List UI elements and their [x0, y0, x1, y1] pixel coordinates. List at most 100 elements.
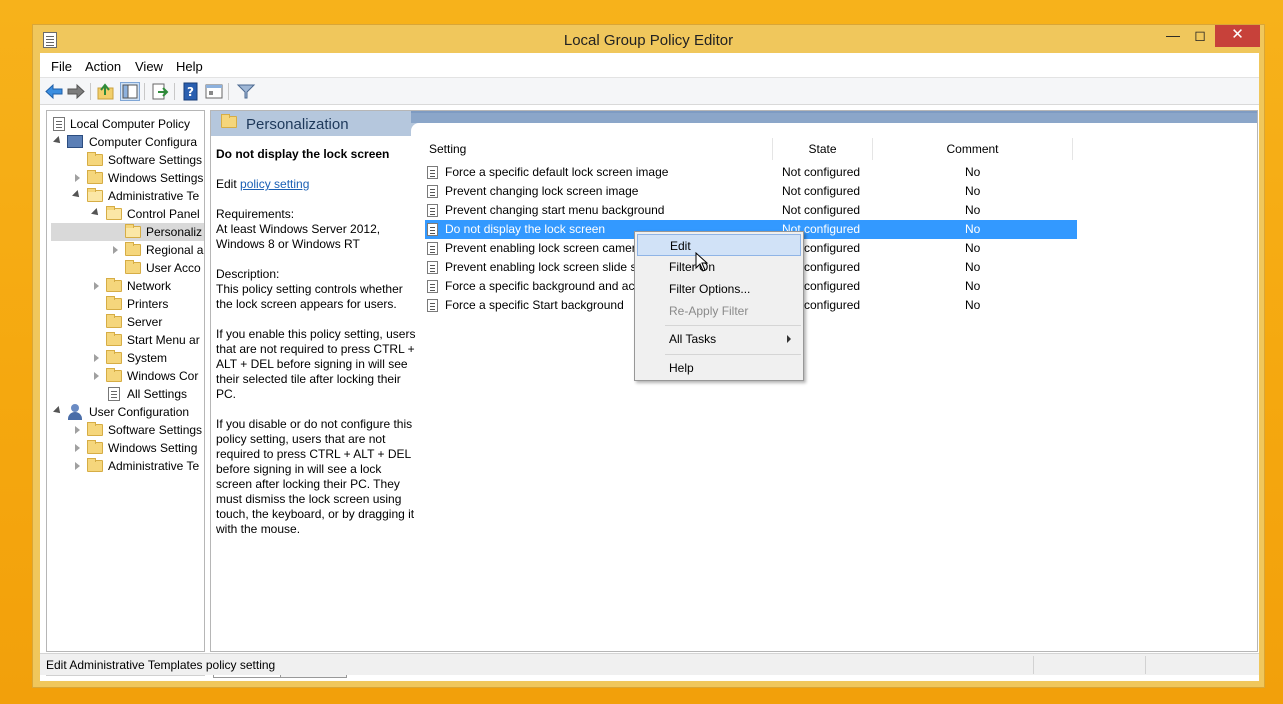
header-band-right	[411, 111, 1257, 136]
policy-setting-icon	[427, 242, 438, 255]
menu-bar: File Action View Help	[40, 53, 1259, 78]
column-header-comment[interactable]: Comment	[873, 138, 1073, 160]
tree-pane[interactable]: Local Computer Policy Computer Configura…	[46, 110, 205, 652]
requirements-text: At least Windows Server 2012, Windows 8 …	[216, 222, 381, 251]
context-menu-edit[interactable]: Edit	[637, 234, 801, 256]
folder-icon	[106, 278, 122, 292]
collapsed-arrow-icon[interactable]	[94, 372, 99, 380]
policy-document-icon	[53, 117, 65, 131]
minimize-button[interactable]: —	[1160, 25, 1186, 47]
folder-icon	[87, 170, 103, 184]
policy-setting-icon	[427, 185, 438, 198]
context-menu-all-tasks[interactable]: All Tasks	[637, 328, 801, 350]
expanded-arrow-icon[interactable]	[91, 208, 101, 218]
toolbar-separator	[90, 83, 91, 100]
table-row[interactable]: Prevent changing lock screen image Not c…	[425, 182, 1077, 201]
menu-file[interactable]: File	[51, 59, 72, 74]
details-pane: Personalization Do not display the lock …	[210, 110, 1258, 652]
forward-arrow-icon[interactable]	[66, 82, 86, 101]
toolbar-separator	[144, 83, 145, 100]
folder-icon	[106, 332, 122, 346]
expanded-arrow-icon[interactable]	[53, 136, 63, 146]
collapsed-arrow-icon[interactable]	[75, 174, 80, 182]
requirements-label: Requirements:	[216, 207, 295, 221]
toolbar-separator	[174, 83, 175, 100]
collapsed-arrow-icon[interactable]	[113, 246, 118, 254]
back-arrow-icon[interactable]	[44, 82, 64, 101]
policy-setting-icon	[427, 204, 438, 217]
folder-icon	[125, 260, 141, 274]
collapsed-arrow-icon[interactable]	[75, 426, 80, 434]
window-title: Local Group Policy Editor	[563, 32, 734, 49]
close-button[interactable]: ✕	[1215, 25, 1260, 47]
table-row[interactable]: Prevent changing start menu background N…	[425, 201, 1077, 220]
column-header-state[interactable]: State	[773, 138, 873, 160]
menu-separator	[665, 354, 801, 355]
disable-text: If you disable or do not configure this …	[216, 417, 415, 536]
policy-setting-link[interactable]: policy setting	[240, 177, 309, 191]
user-icon	[67, 404, 83, 420]
show-hide-tree-icon[interactable]	[120, 82, 140, 101]
svg-text:?: ?	[187, 85, 194, 99]
menu-action[interactable]: Action	[85, 59, 121, 74]
requirements: Requirements: At least Windows Server 20…	[216, 207, 418, 252]
policy-setting-icon	[427, 280, 438, 293]
all-settings-icon	[108, 387, 120, 401]
submenu-arrow-icon	[787, 335, 791, 343]
context-menu-filter-options[interactable]: Filter Options...	[637, 278, 801, 300]
status-divider	[1033, 656, 1034, 674]
folder-icon	[87, 152, 103, 166]
description-section: Description: This policy setting control…	[216, 267, 418, 312]
enable-text: If you enable this policy setting, users…	[216, 327, 416, 401]
title-bar[interactable]: Local Group Policy Editor — ◻ ✕	[33, 25, 1264, 53]
menu-view[interactable]: View	[135, 59, 163, 74]
collapsed-arrow-icon[interactable]	[94, 282, 99, 290]
folder-icon	[87, 458, 103, 472]
computer-icon	[67, 135, 83, 148]
folder-icon	[125, 242, 141, 256]
description-label: Description:	[216, 267, 280, 281]
maximize-button[interactable]: ◻	[1187, 25, 1213, 47]
folder-open-icon	[125, 224, 141, 238]
description-title: Do not display the lock screen	[216, 147, 390, 161]
folder-open-icon	[106, 206, 122, 220]
policy-setting-icon	[427, 299, 438, 312]
policy-setting-icon	[427, 223, 438, 236]
folder-icon	[221, 114, 237, 128]
folder-icon	[106, 296, 122, 310]
collapsed-arrow-icon[interactable]	[94, 354, 99, 362]
context-menu-reapply-filter: Re-Apply Filter	[669, 304, 749, 318]
status-text: Edit Administrative Templates policy set…	[46, 658, 276, 672]
all-tasks-label: All Tasks	[669, 332, 717, 346]
up-folder-icon[interactable]	[96, 82, 116, 101]
collapsed-arrow-icon[interactable]	[75, 444, 80, 452]
status-bar: Edit Administrative Templates policy set…	[40, 653, 1259, 675]
context-menu: Edit Filter On Filter Options... Re-Appl…	[634, 231, 804, 381]
edit-line: Edit policy setting	[216, 177, 418, 192]
filter-icon[interactable]	[236, 82, 256, 101]
header-title: Personalization	[246, 116, 349, 133]
collapsed-arrow-icon[interactable]	[75, 462, 80, 470]
table-row[interactable]: Force a specific default lock screen ima…	[425, 163, 1077, 182]
description-text: This policy setting controls whether the…	[216, 282, 403, 311]
policy-setting-icon	[427, 261, 438, 274]
folder-open-icon	[87, 188, 103, 202]
expanded-arrow-icon[interactable]	[72, 190, 82, 200]
export-list-icon[interactable]	[150, 82, 170, 101]
toolbar-separator	[228, 83, 229, 100]
properties-icon[interactable]	[204, 82, 224, 101]
menu-help[interactable]: Help	[176, 59, 203, 74]
header-tab: Personalization	[211, 111, 411, 136]
policy-setting-icon	[427, 166, 438, 179]
column-header-setting[interactable]: Setting	[425, 138, 773, 160]
menu-separator	[665, 325, 801, 326]
context-menu-help[interactable]: Help	[637, 357, 801, 379]
toolbar: ?	[40, 78, 1259, 105]
edit-prefix: Edit	[216, 177, 237, 191]
help-icon[interactable]: ?	[181, 82, 201, 101]
folder-icon	[106, 350, 122, 364]
context-menu-filter-on[interactable]: Filter On	[637, 256, 801, 278]
tree-item-personalization[interactable]: Personaliz	[51, 223, 204, 241]
expanded-arrow-icon[interactable]	[53, 406, 63, 416]
folder-icon	[106, 314, 122, 328]
